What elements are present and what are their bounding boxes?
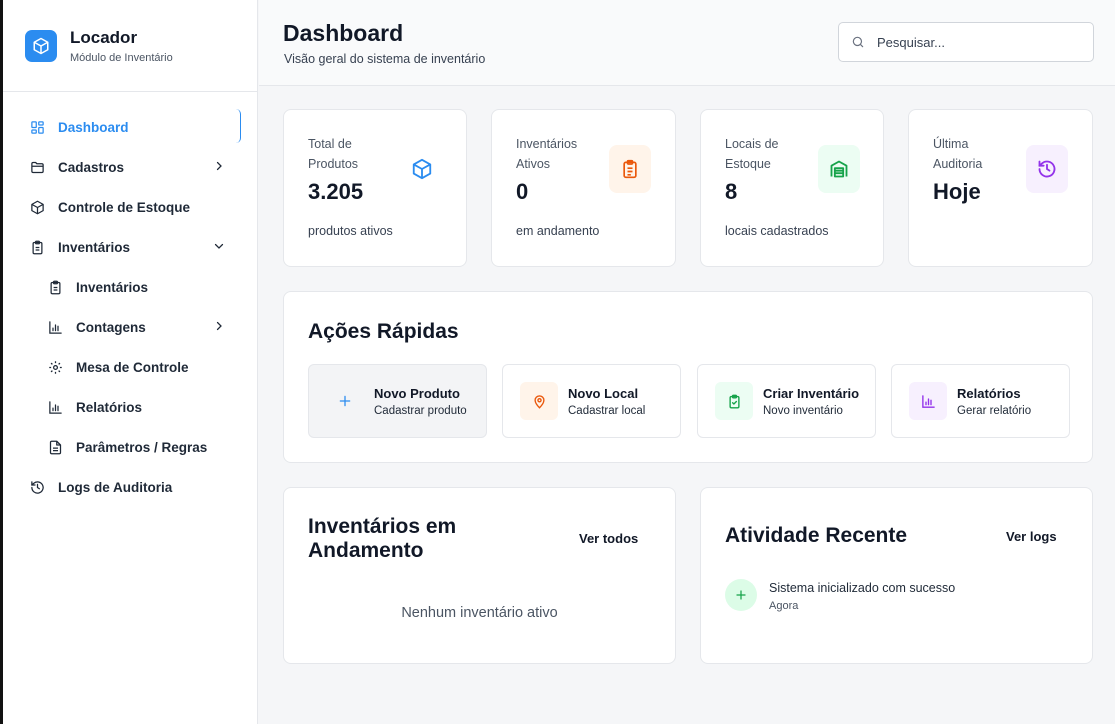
sidebar-item-label: Contagens [76, 319, 146, 335]
brand-subtitle: Módulo de Inventário [70, 51, 173, 64]
quick-actions-panel: Ações Rápidas Novo Produto Cadastrar pro… [283, 291, 1093, 463]
sidebar-item-label: Cadastros [58, 159, 125, 175]
history-icon [29, 479, 45, 495]
bar-chart-icon [47, 319, 63, 335]
action-title: Relatórios [957, 386, 1021, 401]
plus-icon [725, 579, 757, 611]
stat-card-produtos: Total de Produtos 3.205 produtos ativos [283, 109, 467, 267]
action-title: Novo Local [568, 386, 639, 401]
inventories-title: Inventários em Andamento [308, 515, 457, 562]
sidebar-item-label: Logs de Auditoria [58, 479, 173, 495]
plus-icon [326, 382, 364, 420]
clipboard-list-icon [609, 145, 651, 193]
inventories-in-progress-panel: Inventários em Andamento Ver todos Nenhu… [283, 487, 676, 664]
stat-label: Locais de Estoque [725, 137, 779, 171]
action-novo-produto[interactable]: Novo Produto Cadastrar produto [308, 364, 487, 438]
sidebar-item-label: Inventários [58, 239, 131, 255]
stat-footnote: produtos ativos [308, 224, 393, 238]
action-subtitle: Gerar relatório [957, 405, 1032, 417]
action-criar-inventario[interactable]: Criar Inventário Novo inventário [697, 364, 876, 438]
sidebar: Locador Módulo de Inventário Dashboard C… [3, 0, 258, 724]
recent-activity-panel: Atividade Recente Ver logs Sistema inici… [700, 487, 1093, 664]
stat-label: Última Auditoria [933, 137, 983, 171]
stat-value: Hoje [933, 179, 981, 204]
sidebar-nav: Dashboard Cadastros Controle de Estoque … [3, 92, 257, 507]
stat-card-locais: Locais de Estoque 8 locais cadastrados [700, 109, 884, 267]
sidebar-item-logs-auditoria[interactable]: Logs de Auditoria [3, 467, 257, 507]
sidebar-item-label: Inventários [76, 279, 149, 295]
box-icon [25, 29, 57, 62]
sidebar-item-relatorios[interactable]: Relatórios [3, 387, 257, 427]
bar-chart-icon [47, 399, 63, 415]
stat-footnote: em andamento [516, 224, 600, 238]
warehouse-icon [818, 145, 860, 193]
sidebar-item-label: Relatórios [76, 399, 143, 415]
clipboard-check-icon [715, 382, 753, 420]
box-icon [401, 145, 443, 193]
brand: Locador Módulo de Inventário [3, 0, 257, 92]
box-icon [29, 199, 45, 215]
bar-chart-icon [909, 382, 947, 420]
sidebar-item-label: Parâmetros / Regras [76, 439, 208, 455]
sidebar-item-cadastros[interactable]: Cadastros [3, 147, 257, 187]
sidebar-item-parametros[interactable]: Parâmetros / Regras [3, 427, 257, 467]
sidebar-item-mesa-controle[interactable]: Mesa de Controle [3, 347, 257, 387]
settings-icon [47, 359, 63, 375]
action-subtitle: Novo inventário [763, 405, 843, 417]
stat-card-auditoria: Última Auditoria Hoje [908, 109, 1093, 267]
stat-label: Inventários Ativos [516, 137, 578, 171]
search-input[interactable] [877, 34, 1077, 50]
header: Dashboard Visão geral do sistema de inve… [259, 0, 1115, 86]
sidebar-item-dashboard[interactable]: Dashboard [3, 107, 257, 147]
page-title: Dashboard [283, 20, 404, 46]
action-title: Criar Inventário [763, 386, 860, 401]
sidebar-item-label: Dashboard [58, 119, 129, 135]
folder-icon [29, 159, 45, 175]
clipboard-list-icon [29, 239, 45, 255]
sidebar-item-contagens[interactable]: Contagens [3, 307, 257, 347]
sidebar-item-label: Mesa de Controle [76, 359, 189, 375]
activity-text: Sistema inicializado com sucesso [769, 581, 956, 595]
stat-value: 0 [516, 179, 529, 204]
map-pin-icon [520, 382, 558, 420]
action-novo-local[interactable]: Novo Local Cadastrar local [502, 364, 681, 438]
stat-label: Total de Produtos [308, 137, 359, 171]
page-subtitle: Visão geral do sistema de inventário [284, 52, 486, 66]
action-subtitle: Cadastrar produto [374, 405, 467, 417]
search-box[interactable] [838, 22, 1094, 62]
history-icon [1026, 145, 1068, 193]
stat-footnote: locais cadastrados [725, 224, 829, 238]
sidebar-item-inventarios[interactable]: Inventários [3, 227, 257, 267]
action-relatorios[interactable]: Relatórios Gerar relatório [891, 364, 1070, 438]
sidebar-item-controle-estoque[interactable]: Controle de Estoque [3, 187, 257, 227]
chevron-right-icon [216, 161, 222, 171]
chevron-down-icon [214, 243, 224, 249]
empty-state: Nenhum inventário ativo [401, 605, 558, 621]
sidebar-item-label: Controle de Estoque [58, 199, 191, 215]
brand-name: Locador [70, 27, 138, 47]
layout-grid-icon [29, 119, 45, 135]
stat-value: 8 [725, 179, 738, 204]
view-all-link[interactable]: Ver todos [579, 531, 638, 546]
recent-activity-title: Atividade Recente [725, 524, 908, 547]
clipboard-list-icon [47, 279, 63, 295]
sidebar-item-inventarios-sub[interactable]: Inventários [3, 267, 257, 307]
view-logs-link[interactable]: Ver logs [1006, 529, 1057, 544]
action-subtitle: Cadastrar local [568, 405, 646, 417]
stat-value: 3.205 [308, 179, 364, 204]
search-icon [852, 36, 864, 48]
file-text-icon [47, 439, 63, 455]
activity-time: Agora [769, 600, 799, 612]
action-title: Novo Produto [374, 386, 460, 401]
chevron-right-icon [216, 321, 222, 331]
quick-actions-title: Ações Rápidas [308, 320, 459, 343]
stat-card-inventarios: Inventários Ativos 0 em andamento [491, 109, 676, 267]
